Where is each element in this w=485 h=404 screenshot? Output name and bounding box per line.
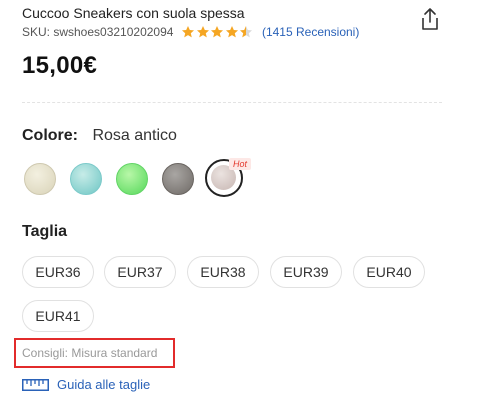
half-star-icon <box>240 26 253 38</box>
product-price: 15,00€ <box>22 52 98 79</box>
size-tip: Consigli: Misura standard <box>22 346 158 360</box>
share-icon <box>422 8 438 30</box>
divider <box>22 102 442 103</box>
rating-stars <box>181 25 254 39</box>
color-selected-value: Rosa antico <box>92 127 177 144</box>
color-swatch-grey[interactable] <box>162 163 194 195</box>
ruler-icon <box>22 378 49 391</box>
size-option-eur41[interactable]: EUR41 <box>22 300 94 332</box>
product-title: Cuccoo Sneakers con suola spessa <box>22 5 245 21</box>
color-swatch-aqua[interactable] <box>70 163 102 195</box>
color-swatch-cream[interactable] <box>24 163 56 195</box>
color-swatch-green[interactable] <box>116 163 148 195</box>
size-guide-label: Guida alle taglie <box>57 377 151 392</box>
star-icon <box>225 26 238 38</box>
size-option-eur39[interactable]: EUR39 <box>270 256 342 288</box>
size-option-eur37[interactable]: EUR37 <box>104 256 176 288</box>
size-label: Taglia <box>22 223 68 240</box>
sku-rating-row: SKU: swshoes03210202094 (1415 Recensioni… <box>22 25 359 39</box>
size-option-eur40[interactable]: EUR40 <box>353 256 425 288</box>
color-row: Colore: Rosa antico <box>22 127 177 145</box>
sku-text: SKU: swshoes03210202094 <box>22 25 174 39</box>
hot-badge: Hot <box>229 158 252 170</box>
share-button[interactable] <box>420 7 440 31</box>
size-option-eur36[interactable]: EUR36 <box>22 256 94 288</box>
star-icon <box>182 26 195 38</box>
size-guide-link[interactable]: Guida alle taglie <box>22 377 150 392</box>
star-icon <box>196 26 209 38</box>
reviews-link[interactable]: (1415 Recensioni) <box>262 25 359 39</box>
color-label: Colore: <box>22 127 78 144</box>
star-icon <box>211 26 224 38</box>
size-option-eur38[interactable]: EUR38 <box>187 256 259 288</box>
